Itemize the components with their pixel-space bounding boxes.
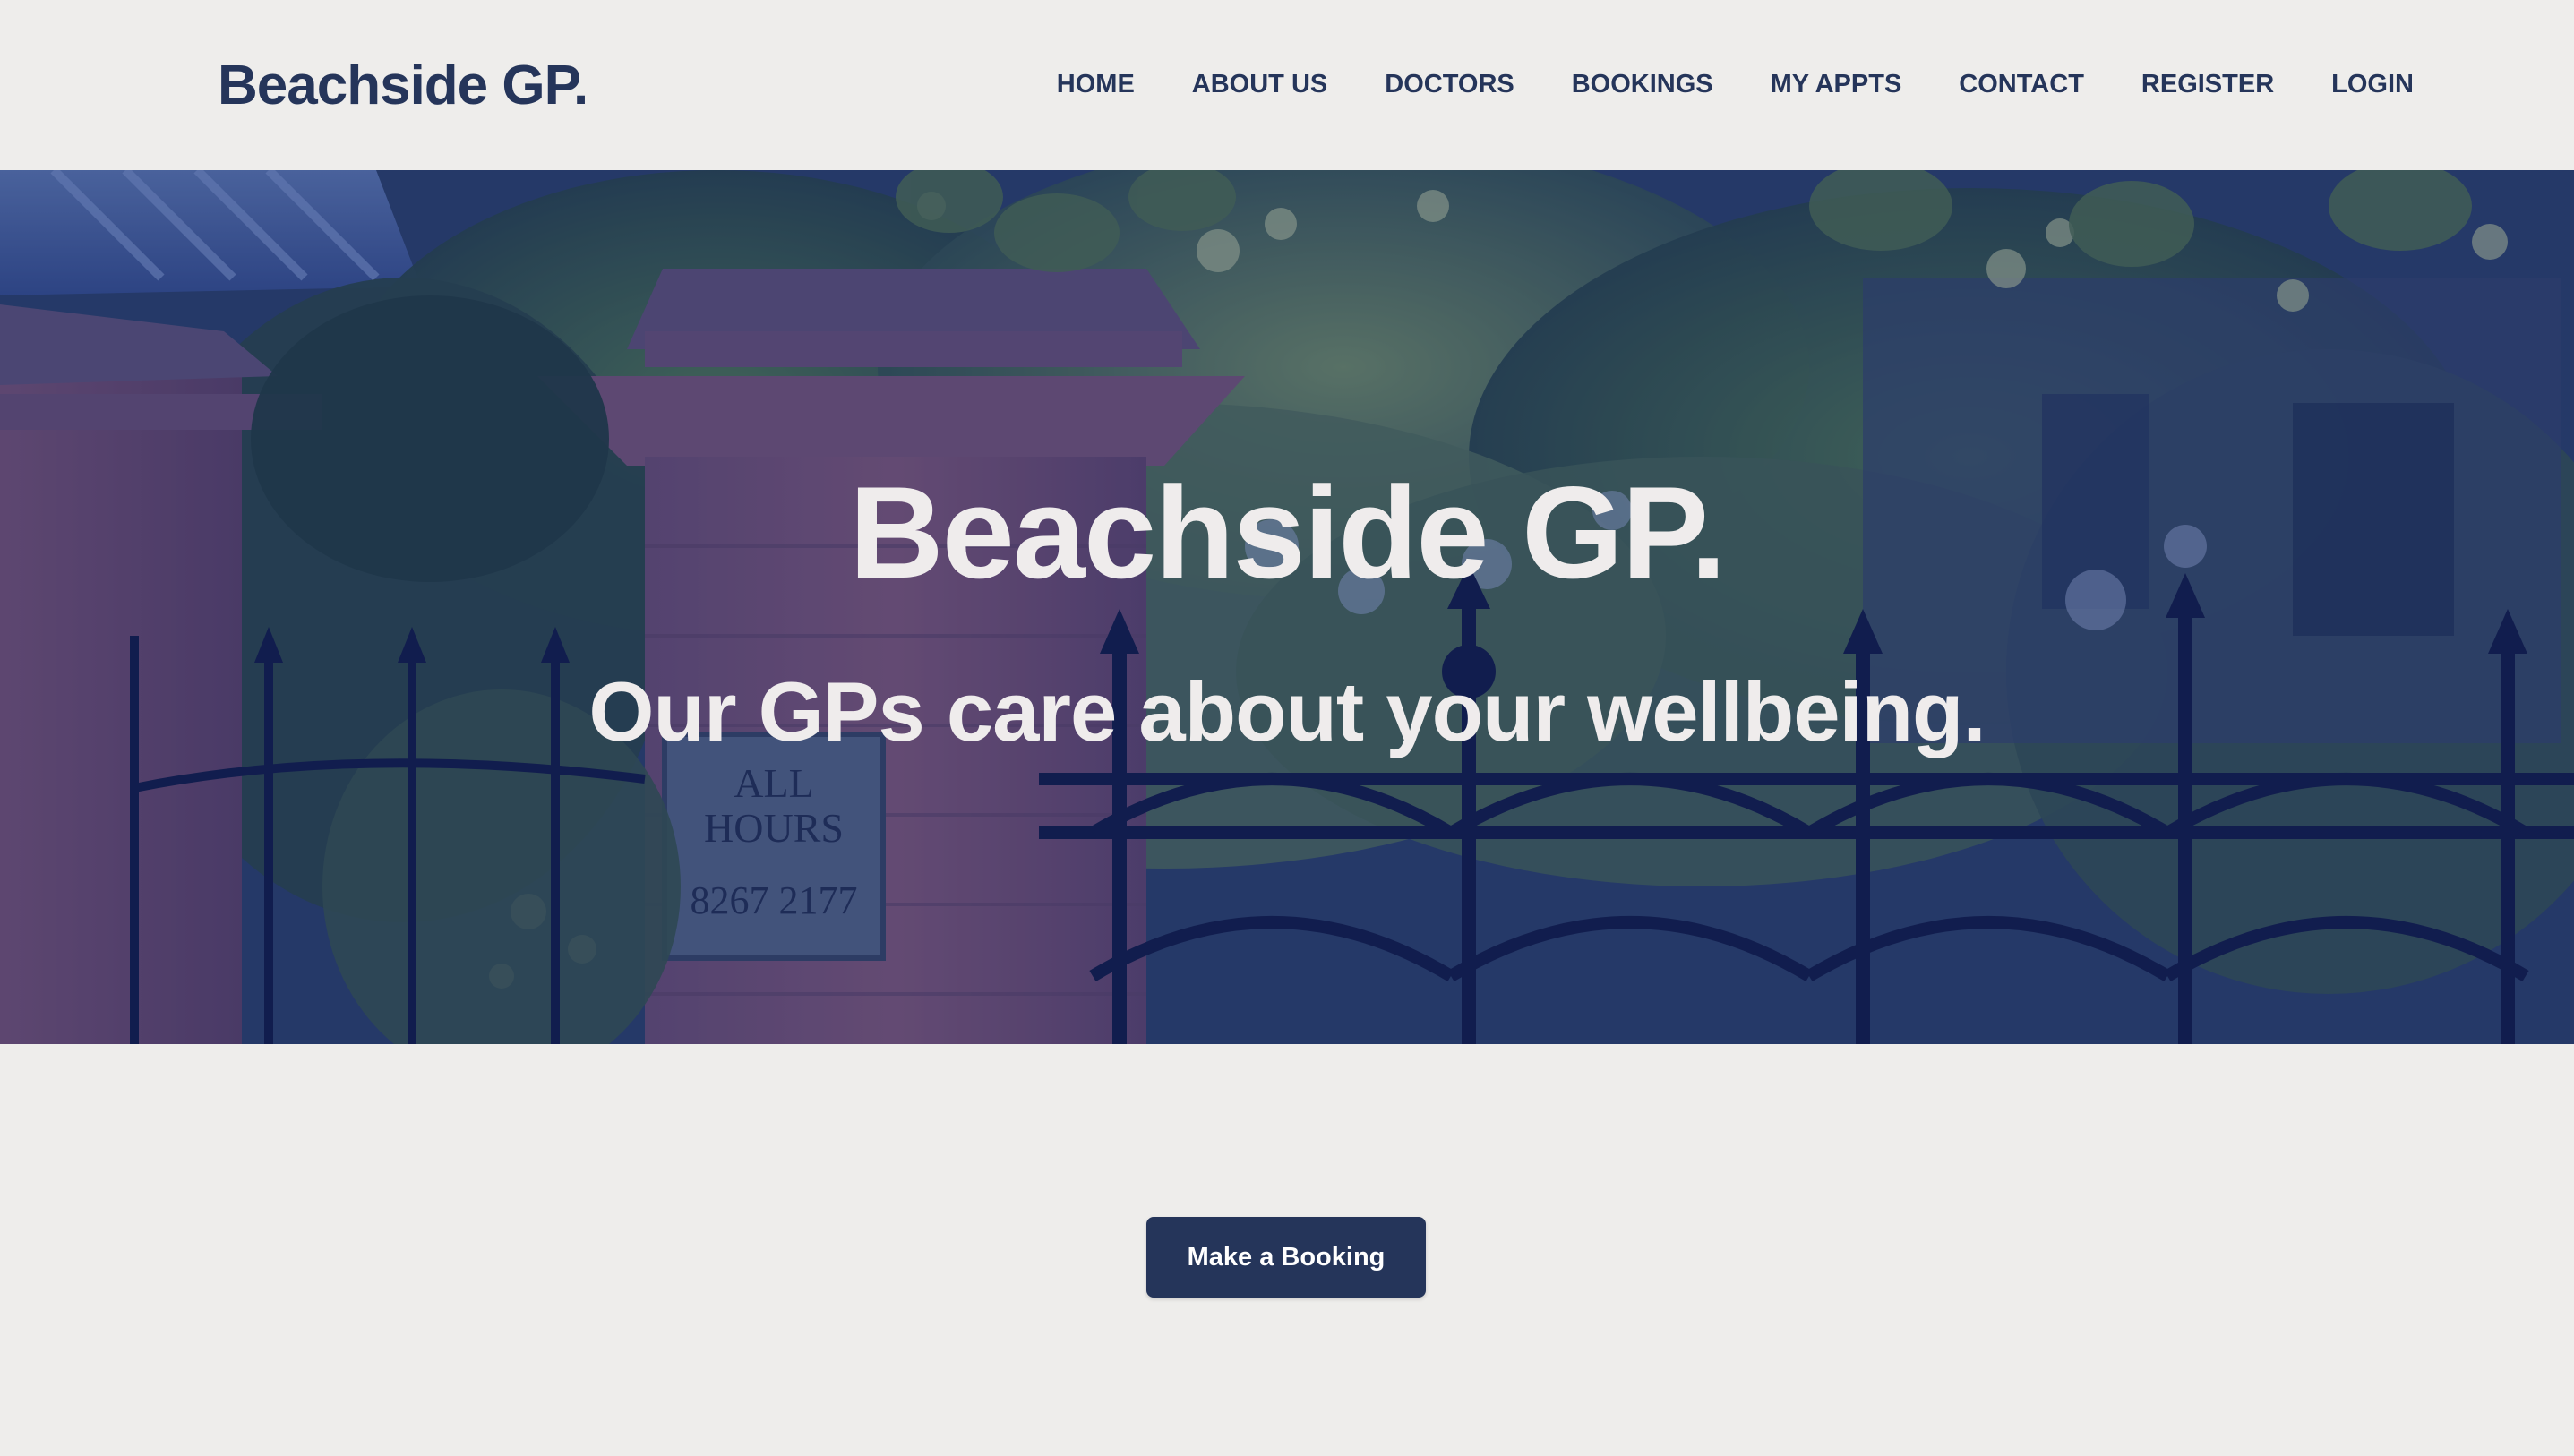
nav-contact[interactable]: CONTACT bbox=[1959, 64, 2084, 104]
nav-doctors[interactable]: DOCTORS bbox=[1385, 64, 1514, 104]
nav-login[interactable]: LOGIN bbox=[2331, 64, 2414, 104]
nav-my-appts[interactable]: MY APPTS bbox=[1771, 64, 1902, 104]
hero-overlay bbox=[0, 170, 2574, 1044]
page: Beachside GP. HOME ABOUT US DOCTORS BOOK… bbox=[0, 0, 2574, 1456]
site-logo[interactable]: Beachside GP. bbox=[218, 50, 588, 122]
hero-banner: ALL HOURS 8267 2177 Beachside GP. Our GP… bbox=[0, 170, 2574, 1044]
main-nav: HOME ABOUT US DOCTORS BOOKINGS MY APPTS … bbox=[1057, 64, 2414, 104]
hero-title: Beachside GP. bbox=[849, 459, 1727, 605]
nav-register[interactable]: REGISTER bbox=[2141, 64, 2274, 104]
make-booking-button[interactable]: Make a Booking bbox=[1146, 1217, 1426, 1298]
nav-about-us[interactable]: ABOUT US bbox=[1192, 64, 1327, 104]
nav-home[interactable]: HOME bbox=[1057, 64, 1135, 104]
hero-subtitle: Our GPs care about your wellbeing. bbox=[588, 664, 1986, 758]
nav-bookings[interactable]: BOOKINGS bbox=[1572, 64, 1713, 104]
site-header: Beachside GP. HOME ABOUT US DOCTORS BOOK… bbox=[0, 0, 2574, 170]
